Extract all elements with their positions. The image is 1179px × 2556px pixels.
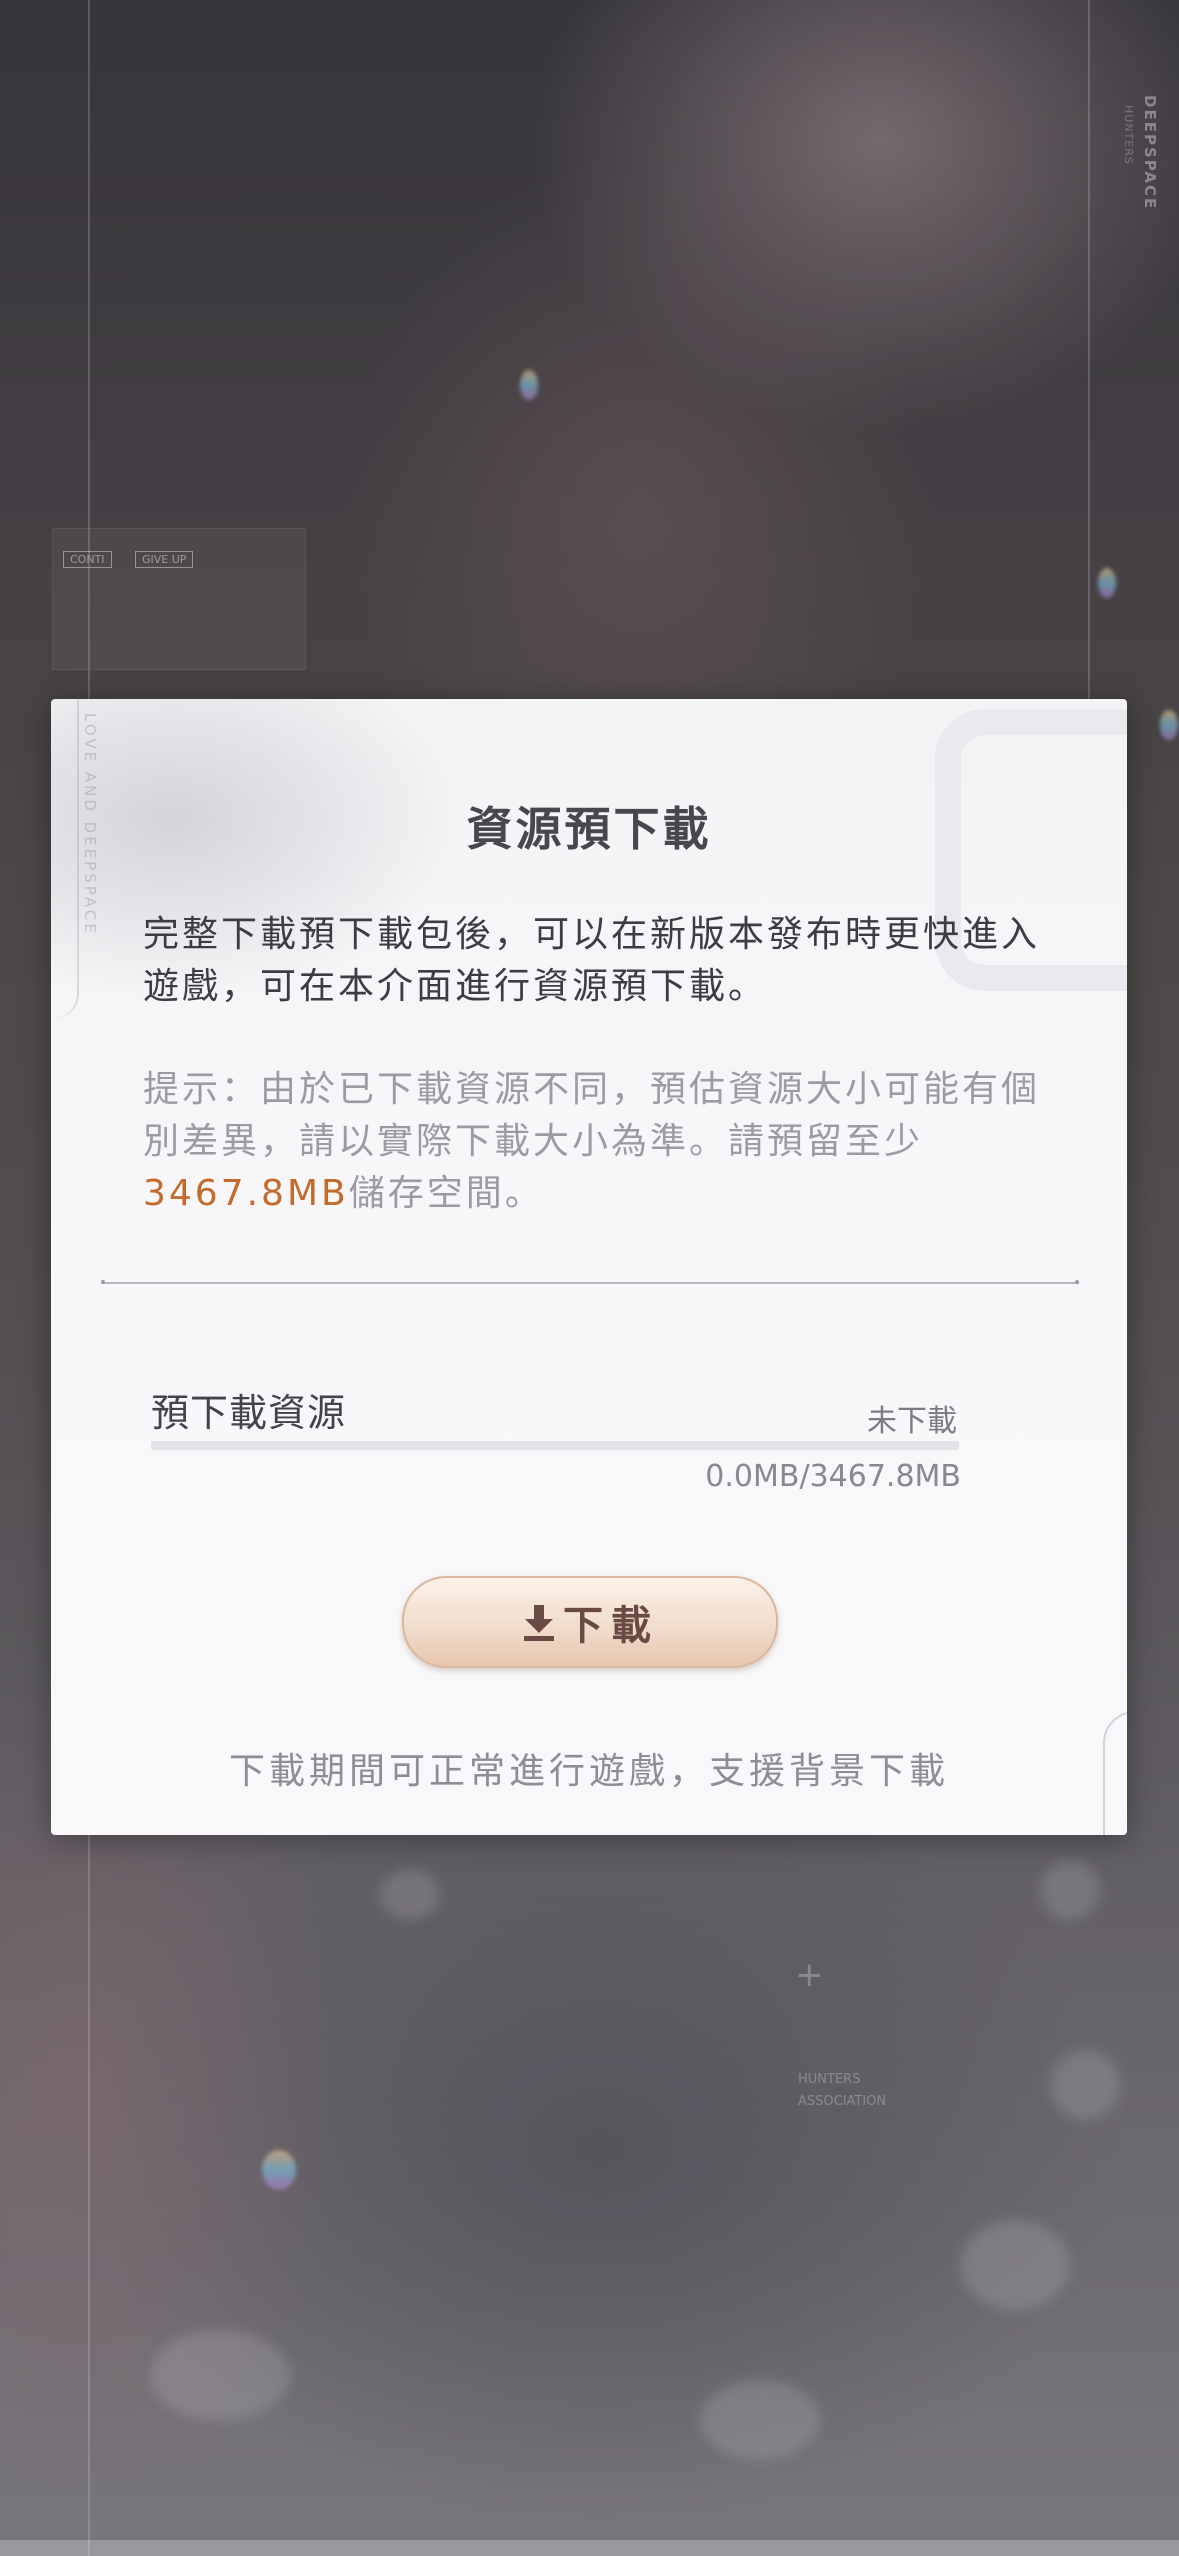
resource-status: 未下載 <box>867 1404 957 1439</box>
bottom-strip <box>0 2540 1179 2556</box>
hint-suffix: 儲存空間。 <box>348 1173 544 1214</box>
dialog-title: 資源預下載 <box>466 802 712 856</box>
dialog-deco-left <box>51 699 79 1019</box>
resource-label: 預下載資源 <box>151 1391 347 1435</box>
resource-size: 0.0MB/3467.8MB <box>705 1459 961 1494</box>
download-icon <box>521 1601 557 1643</box>
background-download-note: 下載期間可正常進行遊戲，支援背景下載 <box>228 1751 949 1792</box>
download-progress-bar <box>151 1441 959 1450</box>
hint-prefix: 提示：由於已下載資源不同，預估資源大小可能有個別差異，請以實際下載大小為準。請預… <box>143 1069 1041 1162</box>
download-button-label: 下載 <box>563 1602 659 1649</box>
hint-required-size: 3467.8MB <box>143 1173 349 1214</box>
section-divider <box>101 1280 1079 1284</box>
predownload-dialog: LOVE AND DEEPSPACE 資源預下載 完整下載預下載包後，可以在新版… <box>51 699 1127 1835</box>
download-button[interactable]: 下載 <box>402 1576 778 1668</box>
dialog-description: 完整下載預下載包後，可以在新版本發布時更快進入遊戲，可在本介面進行資源預下載。 <box>143 914 1041 1007</box>
game-screen: DEEPSPACE HUNTERS CONTI GIVE UP HUNTERS … <box>0 0 1179 2556</box>
dialog-hint: 提示：由於已下載資源不同，預估資源大小可能有個別差異，請以實際下載大小為準。請預… <box>143 1064 1063 1220</box>
